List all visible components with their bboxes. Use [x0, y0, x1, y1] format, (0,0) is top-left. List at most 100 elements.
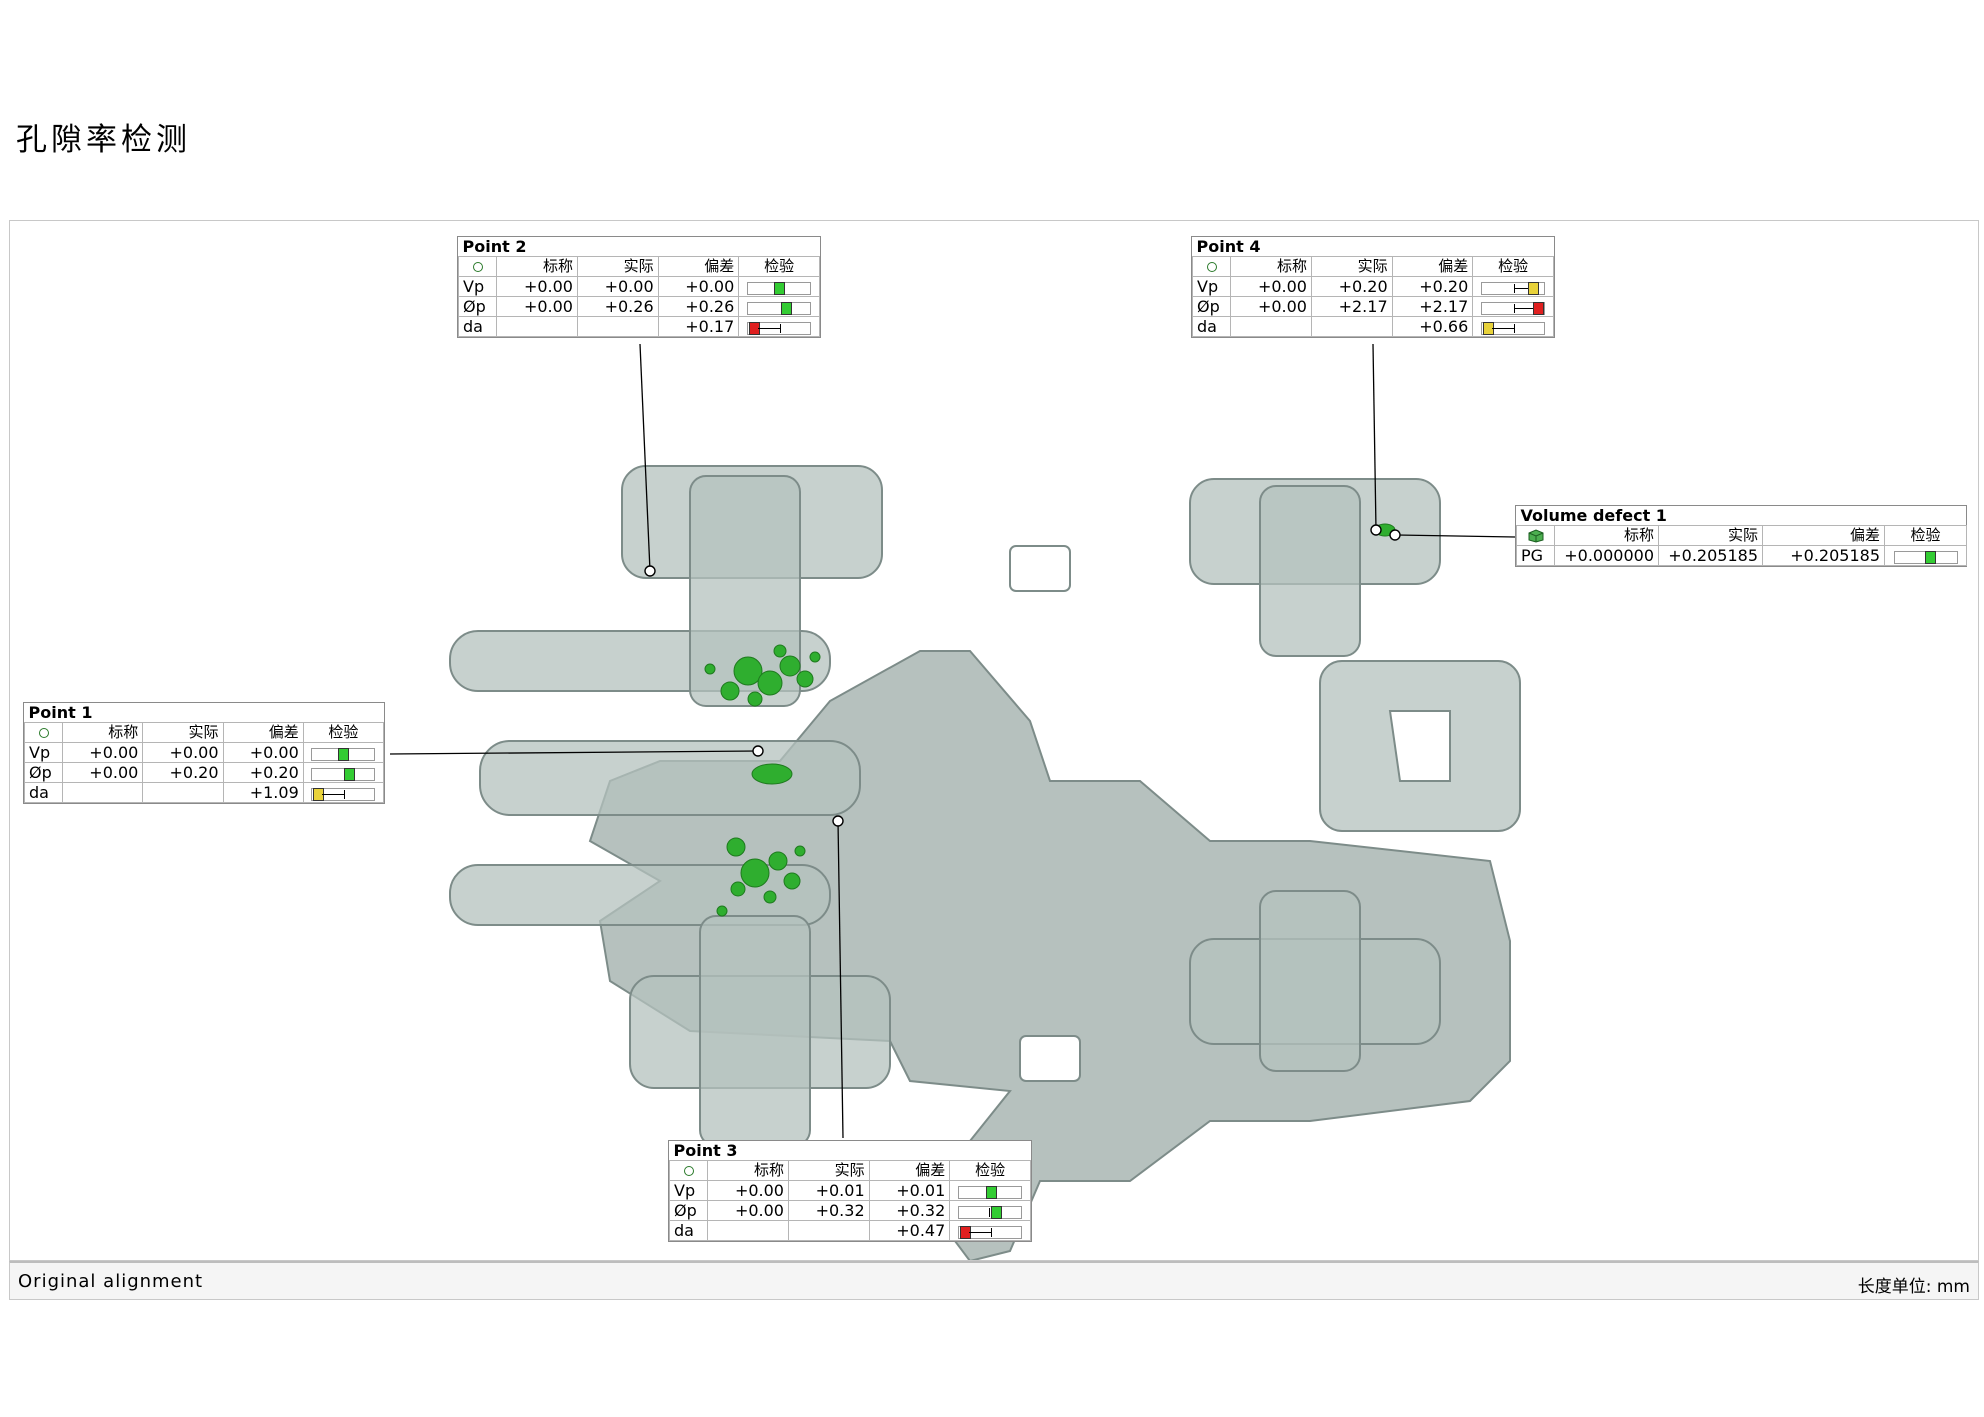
deviation-value: +0.47 [868, 1220, 951, 1241]
deviation-value: +1.09 [222, 782, 304, 803]
header-actual: 实际 [787, 1160, 870, 1181]
table-row: da +0.47 [668, 1220, 1031, 1241]
point-table: Point 1 标称 实际 偏差 检验 Vp +0.00 +0.00 +0.00 Øp +0.… [23, 702, 385, 804]
nominal-value: +0.00 [62, 762, 144, 783]
nominal-value [62, 782, 144, 803]
deviation-value: +0.26 [657, 296, 740, 317]
point-title: Point 3 [669, 1141, 1031, 1161]
status-bar: Original alignment 长度单位: mm [9, 1261, 1979, 1300]
actual-value: +0.00 [576, 276, 659, 297]
3d-viewport[interactable]: Point 1 标称 实际 偏差 检验 Vp +0.00 +0.00 +0.00 Øp +0.… [9, 220, 1979, 1261]
page-title: 孔隙率检测 [16, 122, 191, 158]
header-deviation: 偏差 [657, 256, 740, 277]
actual-value: +0.00 [142, 742, 224, 763]
row-label: Øp [23, 762, 64, 783]
nominal-value: +0.00 [62, 742, 144, 763]
table-row: da +1.09 [23, 782, 385, 803]
header-actual: 实际 [1310, 256, 1393, 277]
actual-value: +2.17 [1310, 296, 1393, 317]
point-table: Point 3 标称 实际 偏差 检验 Vp +0.00 +0.01 +0.01 Øp +0.… [668, 1140, 1032, 1242]
table-row: Vp +0.00 +0.00 +0.00 [457, 276, 820, 297]
nominal-value [707, 1220, 789, 1241]
volume-defect-table: Volume defect 1 标称 实际 偏差 检验 PG +0.000000 +0.2… [1515, 505, 1968, 567]
row-label: Øp [457, 296, 498, 317]
deviation-value: +0.32 [868, 1200, 951, 1221]
nominal-value: +0.00 [496, 296, 578, 317]
header-deviation: 偏差 [1762, 525, 1885, 546]
point-title: Point 1 [24, 703, 384, 723]
header-nominal: 标称 [1230, 256, 1312, 277]
check-indicator [1481, 301, 1546, 315]
row-label: Vp [457, 276, 498, 297]
table-row: Øp +0.00 +0.26 +0.26 [457, 296, 820, 317]
nominal-value: +0.00 [1230, 276, 1312, 297]
header-check: 检验 [302, 722, 385, 743]
deviation-value: +0.00 [222, 742, 304, 763]
check-indicator [747, 301, 812, 315]
deviation-value: +0.20 [222, 762, 304, 783]
nominal-value: +0.00 [1230, 296, 1312, 317]
table-row: Vp +0.00 +0.20 +0.20 [1191, 276, 1554, 297]
actual-value: +0.26 [576, 296, 659, 317]
cube-icon [1528, 528, 1543, 543]
check-indicator [958, 1225, 1023, 1239]
table-row: da +0.17 [457, 316, 820, 337]
check-indicator [311, 747, 376, 761]
actual-value [787, 1220, 870, 1241]
header-check: 检验 [1472, 256, 1554, 277]
actual-value: +0.32 [787, 1200, 870, 1221]
point-icon [683, 1165, 694, 1176]
point-icon [1206, 261, 1217, 272]
check-indicator [1893, 550, 1958, 564]
row-label: da [23, 782, 64, 803]
table-row: da +0.66 [1191, 316, 1554, 337]
header-actual: 实际 [576, 256, 659, 277]
nominal-value: +0.00 [496, 276, 578, 297]
actual-value: +0.20 [1310, 276, 1393, 297]
actual-value [142, 782, 224, 803]
row-label: Vp [1191, 276, 1232, 297]
header-deviation: 偏差 [222, 722, 304, 743]
header-deviation: 偏差 [868, 1160, 951, 1181]
deviation-value: +0.20 [1391, 276, 1474, 297]
actual-value [576, 316, 659, 337]
check-indicator [1481, 281, 1546, 295]
point-icon [38, 727, 49, 738]
nominal-value: +0.000000 [1554, 545, 1659, 566]
table-row: Øp +0.00 +0.32 +0.32 [668, 1200, 1031, 1221]
actual-value: +0.20 [142, 762, 224, 783]
defect-title: Volume defect 1 [1516, 506, 1967, 526]
header-nominal: 标称 [707, 1160, 789, 1181]
header-check: 检验 [949, 1160, 1031, 1181]
row-label: Øp [668, 1200, 709, 1221]
table-row: PG +0.000000 +0.205185 +0.205185 [1516, 545, 1968, 566]
check-indicator [747, 281, 812, 295]
table-row: Vp +0.00 +0.00 +0.00 [23, 742, 385, 763]
row-label: da [668, 1220, 709, 1241]
nominal-value [496, 316, 578, 337]
point-title: Point 2 [458, 237, 820, 257]
header-nominal: 标称 [62, 722, 144, 743]
point-table: Point 2 标称 实际 偏差 检验 Vp +0.00 +0.00 +0.00 Øp +0.… [457, 236, 821, 338]
header-actual: 实际 [142, 722, 224, 743]
deviation-value: +0.66 [1391, 316, 1474, 337]
units-label: 长度单位: mm [1857, 1277, 1970, 1297]
header-nominal: 标称 [496, 256, 578, 277]
deviation-value: +0.205185 [1762, 545, 1885, 566]
header-check: 检验 [738, 256, 820, 277]
alignment-label: Original alignment [18, 1271, 204, 1292]
row-label: da [457, 316, 498, 337]
actual-value: +0.205185 [1658, 545, 1763, 566]
check-indicator [311, 787, 376, 801]
check-indicator [311, 767, 376, 781]
row-label: Vp [23, 742, 64, 763]
table-row: Vp +0.00 +0.01 +0.01 [668, 1180, 1031, 1201]
check-indicator [958, 1205, 1023, 1219]
actual-value: +0.01 [787, 1180, 870, 1201]
deviation-value: +2.17 [1391, 296, 1474, 317]
point-icon [472, 261, 483, 272]
deviation-value: +0.01 [868, 1180, 951, 1201]
check-indicator [747, 321, 812, 335]
point-table: Point 4 标称 实际 偏差 检验 Vp +0.00 +0.20 +0.20 Øp +0.… [1191, 236, 1555, 338]
nominal-value: +0.00 [707, 1180, 789, 1201]
